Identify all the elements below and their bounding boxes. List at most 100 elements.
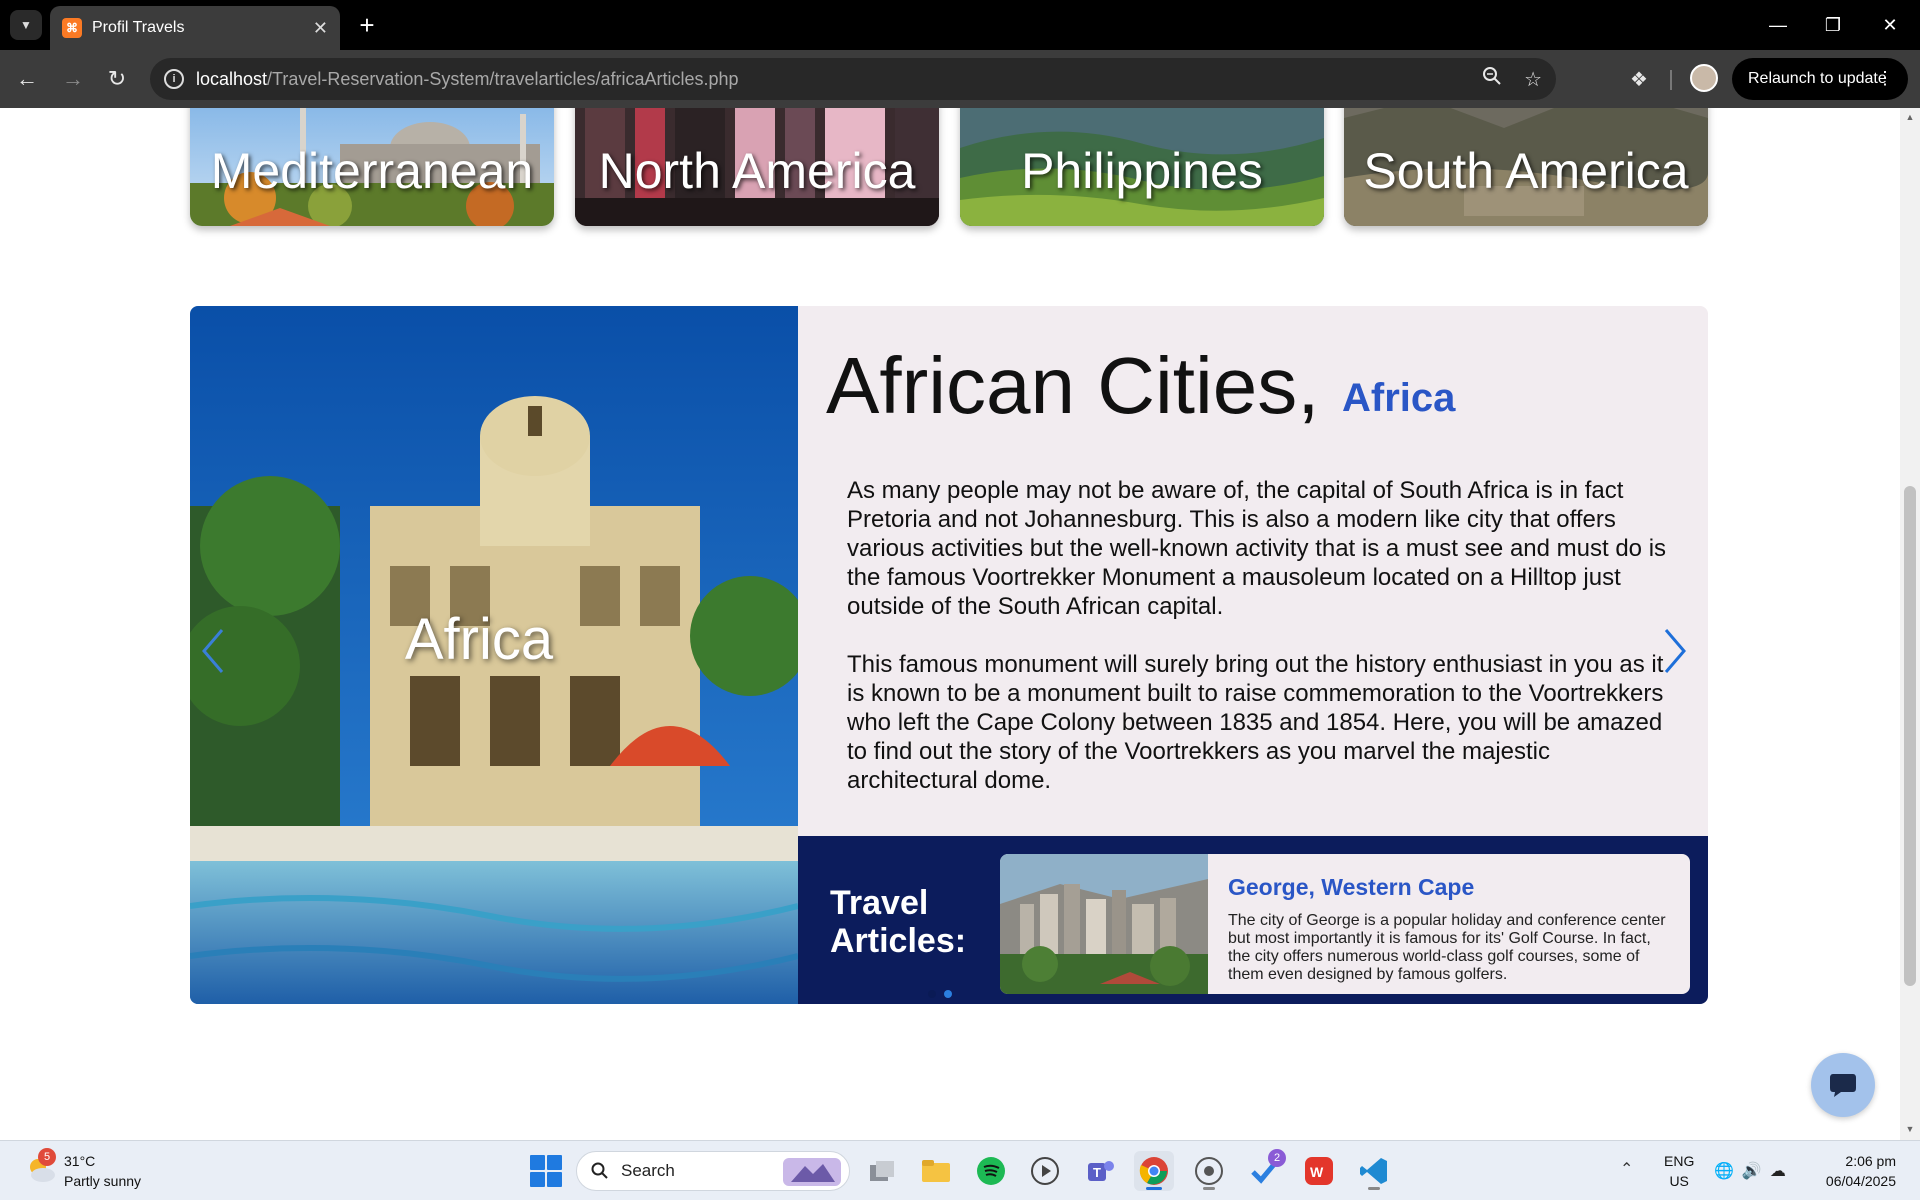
search-highlight-icon [783, 1158, 841, 1186]
search-icon [591, 1162, 608, 1179]
todo-icon[interactable]: 2 [1244, 1149, 1286, 1191]
url-host: localhost [196, 68, 268, 89]
close-icon: ✕ [1882, 14, 1898, 35]
weather-desc: Partly sunny [64, 1173, 142, 1189]
minimize-icon: — [1769, 14, 1787, 35]
system-tray: 🌐 🔊 ☁ [1714, 1161, 1786, 1181]
address-bar[interactable]: i localhost/Travel-Reservation-System/tr… [150, 58, 1556, 100]
tray-chevron-up-icon[interactable]: ⌃ [1620, 1159, 1633, 1179]
lang-line1: ENG [1664, 1153, 1695, 1169]
reload-button[interactable]: ↻ [100, 62, 134, 96]
tab-title: Profil Travels [92, 19, 185, 36]
system-clock[interactable]: 2:06 pm 06/04/2025 [1808, 1151, 1896, 1191]
language-indicator[interactable]: ENG US [1664, 1151, 1694, 1191]
article-text: The city of George is a popular holiday … [1228, 912, 1666, 983]
chat-bubble-icon [1830, 1074, 1856, 1097]
scroll-up-icon[interactable]: ▲ [1904, 112, 1916, 122]
region-label: Philippines [1021, 143, 1263, 199]
browser-toolbar: ← → ↻ i localhost/Travel-Reservation-Sys… [0, 50, 1920, 108]
profile-avatar[interactable] [1690, 64, 1718, 92]
todo-badge: 2 [1268, 1149, 1286, 1167]
svg-text:T: T [1093, 1165, 1101, 1180]
feature-subtitle: Africa [1342, 376, 1456, 420]
article-card[interactable]: George, Western Cape The city of George … [1000, 854, 1690, 994]
weather-badge: 5 [38, 1148, 56, 1166]
clock-time: 2:06 pm [1845, 1153, 1896, 1169]
feature-image-label: Africa [404, 607, 554, 672]
feature-title: African Cities, [826, 341, 1320, 430]
back-arrow-icon: ← [16, 66, 38, 91]
article-thumbnail [1000, 854, 1208, 994]
region-card-philippines[interactable]: Philippines [960, 108, 1324, 226]
site-info-icon[interactable]: i [164, 69, 184, 89]
url-text[interactable]: localhost/Travel-Reservation-System/trav… [196, 69, 739, 90]
scroll-down-icon[interactable]: ▼ [1904, 1124, 1916, 1134]
network-icon[interactable]: 🌐 [1714, 1161, 1734, 1181]
windows-start-icon[interactable] [530, 1155, 562, 1187]
article-title[interactable]: George, Western Cape [1228, 874, 1474, 901]
forward-button[interactable]: → [56, 62, 90, 96]
scroll-thumb[interactable] [1904, 486, 1916, 986]
plus-icon: + [359, 9, 375, 40]
vscode-icon[interactable] [1354, 1151, 1394, 1191]
teams-icon[interactable]: T [1080, 1151, 1120, 1191]
chat-button[interactable] [1811, 1053, 1875, 1117]
chevron-down-icon: ▼ [20, 18, 32, 32]
relaunch-update-button[interactable]: Relaunch to update ⋮ [1732, 58, 1908, 100]
feature-carousel: Africa African Cities, Africa As many pe… [190, 306, 1708, 1004]
zoom-icon[interactable] [1482, 66, 1502, 92]
page-scrollbar[interactable]: ▲ ▼ [1900, 108, 1920, 1140]
taskbar-search[interactable]: Search [576, 1151, 850, 1191]
feature-paragraph: As many people may not be aware of, the … [847, 477, 1667, 620]
file-explorer-icon[interactable] [916, 1151, 956, 1191]
restore-icon: ❐ [1824, 14, 1842, 35]
reload-icon: ↻ [107, 66, 127, 91]
carousel-dot-active[interactable] [944, 990, 952, 998]
url-path: /Travel-Reservation-System/travelarticle… [267, 68, 739, 89]
extensions-puzzle-icon[interactable]: ❖ [1622, 62, 1656, 96]
region-card-north-america[interactable]: North America [575, 108, 939, 226]
wps-office-icon[interactable]: W [1299, 1151, 1339, 1191]
browser-titlebar: ▼ ⌘ Profil Travels ✕ + — ❐ ✕ [0, 0, 1920, 50]
more-vertical-icon[interactable]: ⋮ [1876, 68, 1894, 89]
tab-search-button[interactable]: ▼ [10, 10, 42, 40]
travel-articles-label: Travel Articles: [830, 884, 967, 960]
close-window-button[interactable]: ✕ [1870, 8, 1910, 42]
region-label: South America [1363, 143, 1689, 199]
toolbar-divider [1670, 70, 1672, 90]
region-card-mediterranean[interactable]: Mediterranean [190, 108, 554, 226]
feature-body: As many people may not be aware of, the … [847, 476, 1667, 795]
xampp-favicon-icon: ⌘ [62, 18, 82, 38]
carousel-dot[interactable] [928, 990, 936, 998]
clock-date: 06/04/2025 [1825, 1173, 1896, 1189]
region-label: North America [598, 143, 916, 199]
svg-text:W: W [1310, 1164, 1324, 1180]
carousel-prev-button[interactable] [198, 626, 238, 686]
region-card-south-america[interactable]: South America [1344, 108, 1708, 226]
browser-tab[interactable]: ⌘ Profil Travels ✕ [50, 6, 340, 50]
chevron-left-icon [202, 629, 224, 673]
feature-paragraph: This famous monument will surely bring o… [847, 651, 1664, 794]
bookmark-star-icon[interactable]: ☆ [1524, 67, 1542, 92]
back-button[interactable]: ← [10, 62, 44, 96]
media-player-icon[interactable] [1025, 1151, 1065, 1191]
travel-articles-bar: Travel Articles: George, Western Cape Th… [798, 836, 1708, 1004]
weather-temp: 31°C [64, 1153, 96, 1169]
weather-widget[interactable]: 5 31°C Partly sunny [22, 1148, 182, 1193]
steam-icon[interactable] [1189, 1151, 1229, 1191]
page-viewport: Mediterranean North America Philippines [0, 108, 1900, 1140]
relaunch-label: Relaunch to update [1748, 70, 1887, 87]
battery-icon[interactable]: ☁ [1770, 1161, 1786, 1181]
restore-button[interactable]: ❐ [1813, 8, 1853, 42]
lang-line2: US [1669, 1173, 1689, 1189]
chrome-icon[interactable] [1134, 1151, 1174, 1191]
tab-close-icon[interactable]: ✕ [313, 18, 328, 39]
carousel-next-button[interactable] [1660, 626, 1700, 686]
forward-arrow-icon: → [62, 66, 84, 91]
spotify-icon[interactable] [971, 1151, 1011, 1191]
volume-icon[interactable]: 🔊 [1742, 1161, 1762, 1181]
search-label: Search [621, 1161, 675, 1180]
new-tab-button[interactable]: + [352, 10, 382, 40]
minimize-button[interactable]: — [1758, 8, 1798, 42]
task-view-icon[interactable] [862, 1151, 902, 1191]
